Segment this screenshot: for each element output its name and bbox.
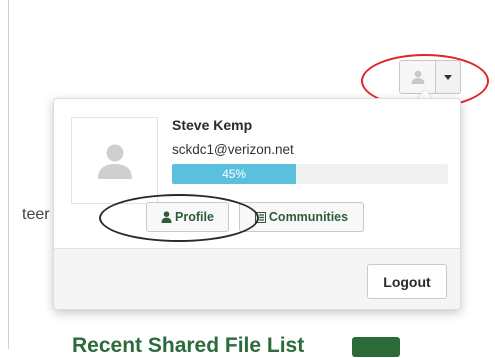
user-dropdown-panel: Steve Kemp sckdc1@verizon.net 45% Profil… xyxy=(53,98,461,310)
user-menu-caret-button[interactable] xyxy=(436,60,461,94)
profile-progress-fill: 45% xyxy=(172,164,297,184)
user-silhouette-icon xyxy=(411,70,424,84)
communities-button-label: Communities xyxy=(268,210,349,224)
user-icon xyxy=(161,211,172,223)
user-email: sckdc1@verizon.net xyxy=(172,142,294,157)
section-badge xyxy=(352,337,400,357)
nav-dropdown-label: teer xyxy=(22,206,50,223)
section-heading: Recent Shared File List xyxy=(72,334,305,357)
communities-button[interactable]: Communities xyxy=(239,202,364,232)
user-silhouette-icon xyxy=(97,144,132,179)
user-dropdown-body: Steve Kemp sckdc1@verizon.net 45% Profil… xyxy=(54,99,460,248)
user-dropdown-footer: Logout xyxy=(54,248,460,309)
profile-progress-label: 45% xyxy=(222,167,247,181)
user-avatar-button[interactable] xyxy=(399,60,436,94)
logout-button[interactable]: Logout xyxy=(367,264,447,299)
caret-down-icon xyxy=(444,74,452,80)
profile-avatar xyxy=(71,117,158,204)
page-left-border xyxy=(8,0,9,349)
user-name: Steve Kemp xyxy=(172,117,253,133)
profile-button-label: Profile xyxy=(175,210,214,224)
list-alt-icon xyxy=(254,211,266,223)
profile-progress-bar: 45% xyxy=(172,164,448,184)
profile-button[interactable]: Profile xyxy=(146,202,229,232)
